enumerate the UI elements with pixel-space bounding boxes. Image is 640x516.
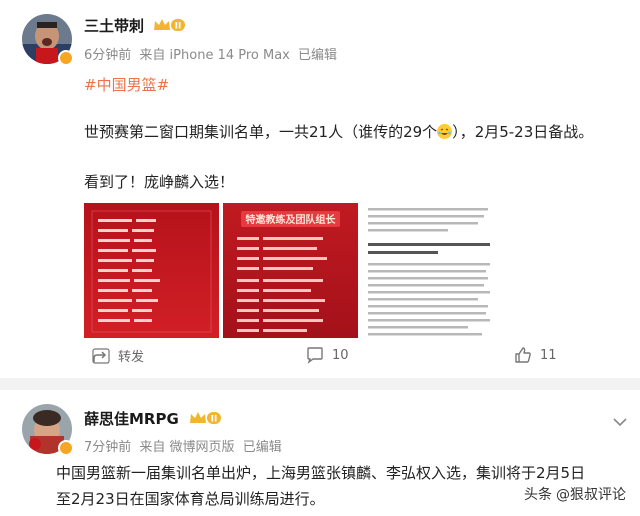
post-text-line-1: 世预赛第二窗口期集训名单，一共21人（谁传的29个 ），2月5-23日备战。 [84,121,593,142]
post-source: 来自 iPhone 14 Pro Max [139,48,290,63]
watermark-prefix: 头条 [524,487,552,503]
post-text-line-1: 中国男篮新一届集训名单出炉，上海男篮张镇麟、李弘权入选，集训将于2月5日 [56,464,586,482]
post-text-a: 世预赛第二窗口期集训名单，一共21人（谁传的29个 [84,123,438,141]
comment-button[interactable]: 10 [306,346,349,364]
edited-label: 已编辑 [298,48,338,63]
edited-label: 已编辑 [242,440,282,455]
repost-label: 转发 [118,350,145,365]
author-name[interactable]: 薛思佳MRPG [84,408,179,429]
post-meta: 6分钟前 来自 iPhone 14 Pro Max 已编辑 [84,44,341,63]
image-thumbnail-2[interactable]: 特邀教练及团队组长 [223,203,358,338]
like-button[interactable]: 11 [514,346,557,364]
author-name[interactable]: 三土带刺 [84,15,144,36]
vip-level-badge-icon: II [188,410,222,426]
post-meta: 7分钟前 来自 微博网页版 已编辑 [84,436,286,455]
vip-level-text: II [175,22,182,32]
verified-badge-icon [58,50,74,66]
source-watermark: 头条 @狠叔评论 [524,484,626,504]
comment-count: 10 [332,347,349,363]
like-count: 11 [540,347,557,363]
vip-level-text: II [211,415,218,425]
image-thumbnail-1[interactable] [84,203,219,338]
post-source: 来自 微博网页版 [139,440,235,455]
verified-badge-icon [58,440,74,456]
image-2-title: 特邀教练及团队组长 [246,213,337,226]
image-thumbnail-3[interactable] [362,203,497,338]
comment-icon [307,347,323,364]
post-time: 7分钟前 [84,440,132,455]
post-separator [0,378,640,390]
post-text-line-2: 看到了！庞峥麟入选！ [84,173,235,191]
vip-level-badge-icon: II [152,17,186,33]
repost-button[interactable]: 转发 [92,346,144,365]
repost-icon [92,347,110,364]
post-text-b: ），2月5-23日备战。 [452,123,594,141]
hashtag-link[interactable]: #中国男篮# [84,74,169,95]
thumbs-up-icon [515,347,531,363]
post-time: 6分钟前 [84,48,132,63]
watermark-handle: @狠叔评论 [556,487,626,503]
post-text-line-2: 至2月23日在国家体育总局训练局进行。 [56,490,325,508]
laughing-emoji-icon [437,124,453,139]
more-options-icon[interactable] [610,414,630,428]
weibo-post-1: 三土带刺 II 6分钟前 来自 iPhone 14 Pro Max 已编辑 #中… [0,0,640,378]
